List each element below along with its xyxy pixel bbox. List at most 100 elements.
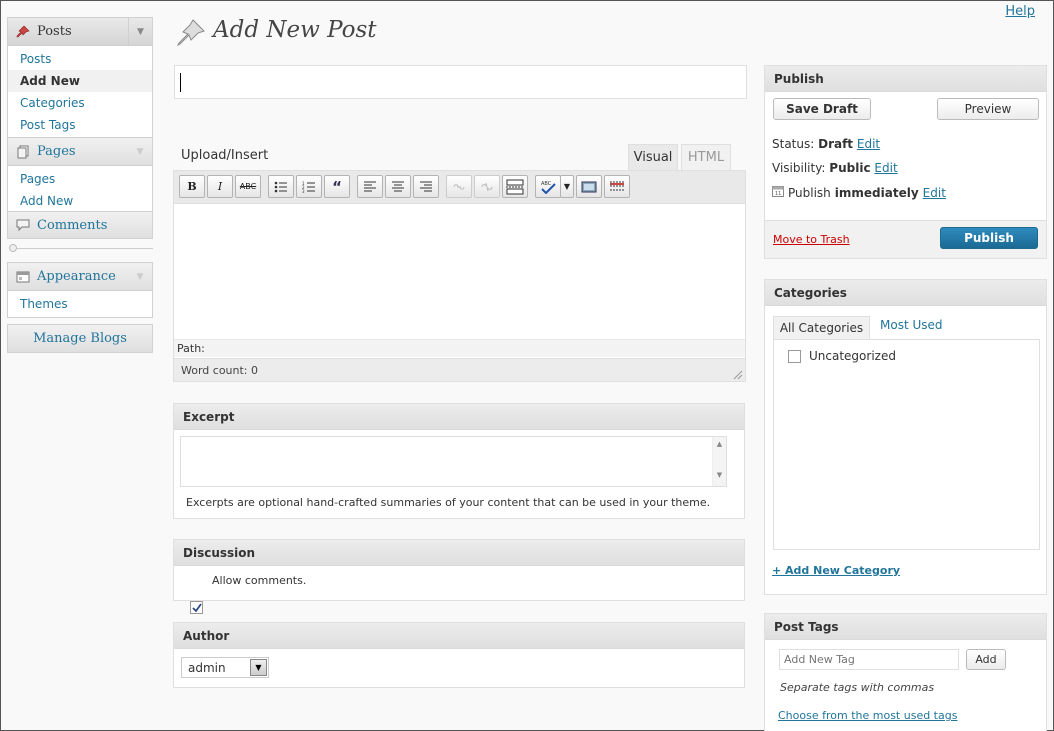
- add-new-category-link[interactable]: + Add New Category: [772, 564, 900, 577]
- chevron-down-icon[interactable]: ▼: [560, 175, 574, 198]
- publish-actions: Move to Trash Publish: [765, 220, 1046, 258]
- blockquote-icon[interactable]: “: [324, 175, 350, 198]
- resize-handle-icon[interactable]: [733, 369, 743, 380]
- ordered-list-icon[interactable]: 123: [296, 175, 322, 198]
- author-select[interactable]: admin ▼: [181, 657, 269, 678]
- editor-path: Path:: [174, 339, 745, 357]
- visibility-edit-link[interactable]: Edit: [874, 161, 897, 175]
- preview-button[interactable]: Preview: [937, 98, 1039, 120]
- tab-visual[interactable]: Visual: [628, 144, 678, 170]
- align-right-icon[interactable]: [413, 175, 439, 198]
- visibility-row: Visibility: Public Edit: [772, 161, 898, 175]
- menu-item-add-new[interactable]: Add New: [8, 70, 152, 92]
- pushpin-icon: [175, 17, 207, 52]
- kitchen-sink-icon[interactable]: [604, 175, 630, 198]
- save-draft-button[interactable]: Save Draft: [773, 98, 871, 120]
- menu-item-pages[interactable]: Pages: [8, 168, 152, 190]
- editor-container: Path: Word count: 0: [173, 170, 746, 382]
- svg-text:3: 3: [302, 189, 305, 193]
- link-icon[interactable]: [446, 175, 472, 198]
- excerpt-textarea[interactable]: ▲ ▼: [180, 436, 727, 487]
- scrollbar[interactable]: ▲ ▼: [712, 437, 726, 486]
- svg-text:11: 11: [775, 191, 781, 197]
- menu-comments: Comments: [7, 211, 153, 239]
- menu-comments-header[interactable]: Comments: [8, 212, 152, 238]
- author-title: Author: [174, 623, 744, 649]
- category-checkbox[interactable]: [788, 349, 801, 363]
- status-value: Draft: [818, 137, 854, 151]
- menu-appearance: Appearance ▼ Themes: [7, 262, 153, 318]
- menu-pages-header[interactable]: Pages ▼: [8, 138, 152, 166]
- tab-most-used[interactable]: Most Used: [880, 318, 943, 332]
- menu-item-post-tags[interactable]: Post Tags: [8, 114, 152, 136]
- menu-item-categories[interactable]: Categories: [8, 92, 152, 114]
- tab-html[interactable]: HTML: [681, 144, 731, 170]
- status-edit-link[interactable]: Edit: [857, 137, 880, 151]
- author-selected: admin: [188, 661, 226, 675]
- discussion-box: Discussion Allow comments.: [173, 539, 745, 614]
- publish-title: Publish: [765, 66, 1046, 92]
- move-to-trash-link[interactable]: Move to Trash: [773, 233, 850, 246]
- pushpin-icon: [16, 25, 30, 39]
- chevron-down-icon[interactable]: ▼: [128, 138, 152, 165]
- post-tags-title: Post Tags: [765, 614, 1046, 640]
- excerpt-box: Excerpt ▲ ▼ Excerpts are optional hand-c…: [173, 403, 745, 519]
- categories-box: Categories All Categories Most Used Unca…: [764, 279, 1047, 595]
- help-link[interactable]: Help: [1005, 4, 1035, 19]
- menu-pages: Pages ▼ Pages Add New: [7, 137, 153, 215]
- more-tag-icon[interactable]: [502, 175, 528, 198]
- publish-value: immediately: [834, 185, 919, 200]
- publish-button[interactable]: Publish: [940, 227, 1038, 249]
- visibility-value: Public: [829, 161, 871, 175]
- spellcheck-icon[interactable]: ABC: [535, 175, 561, 198]
- svg-text:ABC: ABC: [541, 181, 552, 187]
- publish-edit-link[interactable]: Edit: [923, 186, 946, 200]
- fullscreen-icon[interactable]: [576, 175, 602, 198]
- align-center-icon[interactable]: [385, 175, 411, 198]
- calendar-icon: 11: [772, 185, 784, 200]
- categories-title: Categories: [765, 280, 1046, 306]
- excerpt-help: Excerpts are optional hand-crafted summa…: [186, 496, 711, 509]
- add-tag-input[interactable]: [779, 649, 959, 670]
- align-left-icon[interactable]: [357, 175, 383, 198]
- comment-bubble-icon: [16, 218, 30, 232]
- status-row: Status: Draft Edit: [772, 137, 880, 151]
- upload-insert-label[interactable]: Upload/Insert: [181, 148, 268, 163]
- author-box: Author admin ▼: [173, 622, 745, 688]
- menu-item-posts[interactable]: Posts: [8, 48, 152, 70]
- chevron-down-icon[interactable]: ▼: [250, 659, 267, 676]
- publish-box: Publish Save Draft Preview Status: Draft…: [764, 65, 1047, 259]
- strikethrough-icon[interactable]: ABC: [235, 175, 261, 198]
- categories-list: Uncategorized: [773, 339, 1040, 550]
- allow-comments-label: Allow comments.: [212, 574, 307, 587]
- menu-appearance-header[interactable]: Appearance ▼: [8, 263, 152, 291]
- editor-body[interactable]: [174, 205, 745, 339]
- menu-item-themes[interactable]: Themes: [8, 293, 152, 315]
- title-input[interactable]: [174, 65, 747, 99]
- choose-tags-link[interactable]: Choose from the most used tags: [778, 709, 957, 722]
- scroll-up-icon[interactable]: ▲: [713, 437, 726, 451]
- menu-appearance-label: Appearance: [37, 269, 116, 284]
- unordered-list-icon[interactable]: [268, 175, 294, 198]
- menu-item-pages-add-new[interactable]: Add New: [8, 190, 152, 212]
- menu-posts-header[interactable]: Posts ▼: [8, 18, 152, 46]
- menu-posts-label: Posts: [37, 24, 72, 39]
- chevron-down-icon[interactable]: ▼: [128, 263, 152, 290]
- tags-hint: Separate tags with commas: [780, 681, 935, 694]
- allow-comments-checkbox[interactable]: [190, 601, 203, 614]
- menu-pages-label: Pages: [37, 144, 76, 159]
- scroll-down-icon[interactable]: ▼: [713, 471, 726, 479]
- discussion-title: Discussion: [174, 540, 744, 566]
- collapse-menu-icon[interactable]: [9, 244, 17, 252]
- add-tag-button[interactable]: Add: [966, 649, 1006, 670]
- page-title: Add New Post: [213, 17, 377, 43]
- manage-blogs-button[interactable]: Manage Blogs: [7, 324, 153, 353]
- bold-icon[interactable]: B: [179, 175, 205, 198]
- publish-label: Publish: [788, 185, 831, 200]
- menu-separator: [17, 248, 153, 249]
- chevron-down-icon[interactable]: ▼: [128, 18, 152, 45]
- post-tags-box: Post Tags Add Separate tags with commas …: [764, 613, 1047, 731]
- unlink-icon[interactable]: [474, 175, 500, 198]
- italic-icon[interactable]: I: [207, 175, 233, 198]
- tab-all-categories[interactable]: All Categories: [773, 316, 870, 339]
